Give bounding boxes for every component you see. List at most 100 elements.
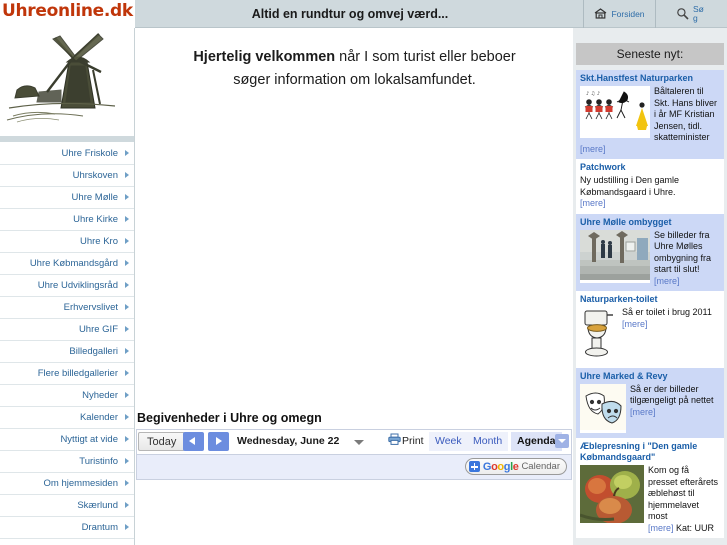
sidebar-item-label: Uhre Kro: [79, 236, 118, 247]
news-list: Skt.Hanstfest Naturparken ♪ ♫ ♪ Båltaler…: [576, 70, 724, 538]
news-item-title[interactable]: Æblepresning i "Den gamle Købmandsgaard": [580, 441, 720, 463]
chevron-right-icon: [125, 436, 129, 442]
calendar-toolbar: Today Wednesday, June 22 Print Week Mont…: [137, 429, 571, 454]
news-item-more-link[interactable]: [mere]: [622, 319, 648, 329]
plus-icon: [468, 461, 480, 472]
welcome-rest: når I som turist eller beboer: [335, 49, 516, 65]
sidebar-item-uhre-udviklingsrad[interactable]: Uhre Udviklingsråd: [0, 275, 134, 297]
next-period-button[interactable]: [208, 432, 229, 451]
news-item-more-link[interactable]: [mere]: [580, 144, 720, 156]
page-root: Uhreonline.dk Altid en rundtur og omvej …: [0, 0, 727, 545]
site-logo-text: Uhreonline.dk: [2, 1, 133, 21]
sidebar-item-label: Uhre Mølle: [71, 192, 118, 203]
news-item-more-link[interactable]: [mere]: [580, 198, 720, 210]
news-item-body: Se billeder fra Uhre Mølles ombygning fr…: [654, 229, 712, 275]
sidebar-item-kalender[interactable]: Kalender: [0, 407, 134, 429]
chevron-right-icon: [125, 414, 129, 420]
top-header-bar: Uhreonline.dk Altid en rundtur og omvej …: [0, 0, 727, 28]
news-item-title[interactable]: Patchwork: [580, 162, 720, 173]
sidebar-item-label: Uhre Købmandsgård: [29, 258, 118, 269]
news-heading: Seneste nyt:: [576, 43, 724, 65]
news-item[interactable]: Naturparken-toilet Så er toilet i brug 2…: [576, 291, 724, 368]
windmill-illustration: [3, 30, 131, 135]
right-sidebar: Seneste nyt: Skt.Hanstfest Naturparken ♪…: [573, 28, 727, 545]
welcome-line-1: Hjertelig velkommen når I som turist ell…: [136, 46, 573, 69]
sidebar-item-label: Nyheder: [82, 390, 118, 401]
sidebar-item-label: Skærlund: [77, 500, 118, 511]
chevron-down-icon: [558, 439, 566, 443]
view-agenda-button[interactable]: Agenda: [511, 432, 562, 451]
news-item-category: Kat: UUR: [676, 522, 715, 533]
sidebar-item-label: Uhrskoven: [72, 170, 118, 181]
date-dropdown-icon[interactable]: [354, 440, 364, 445]
news-item[interactable]: Æblepresning i "Den gamle Købmandsgaard": [576, 438, 724, 538]
sidebar-item-uhre-kobmandsgard[interactable]: Uhre Købmandsgård: [0, 253, 134, 275]
news-item[interactable]: Skt.Hanstfest Naturparken ♪ ♫ ♪ Båltaler…: [576, 70, 724, 159]
news-item-body: Ny udstilling i Den gamle Købmandsgaard …: [580, 175, 680, 197]
chevron-right-icon: [125, 194, 129, 200]
sidebar-item-label: Uhre Friskole: [61, 148, 119, 159]
add-to-google-calendar-button[interactable]: Google Calendar: [464, 458, 567, 475]
apples-photo: [579, 465, 644, 527]
sidebar-item-drantum[interactable]: Drantum: [0, 517, 134, 539]
sidebar-item-label: Billedgalleri: [69, 346, 118, 357]
menu-top-strip: [0, 136, 134, 143]
sidebar-item-flere-billedgallerier[interactable]: Flere billedgallerier: [0, 363, 134, 385]
site-slogan: Altid en rundtur og omvej værd...: [251, 7, 449, 21]
search-icon: [676, 7, 689, 22]
news-item-title[interactable]: Uhre Mølle ombygget: [580, 217, 720, 228]
previous-period-button[interactable]: [183, 432, 204, 451]
view-week-button[interactable]: Week: [429, 432, 468, 451]
chevron-right-icon: [125, 502, 129, 508]
sidebar-item-om-hjemmesiden[interactable]: Om hjemmesiden: [0, 473, 134, 495]
calendar-agenda-area: Google Calendar: [137, 454, 571, 479]
home-link[interactable]: Forsiden: [583, 0, 655, 28]
news-item-body: Så er toilet i brug 2011: [622, 307, 712, 317]
sidebar-item-uhre-gif[interactable]: Uhre GIF: [0, 319, 134, 341]
sidebar-item-uhrskoven[interactable]: Uhrskoven: [0, 165, 134, 187]
printer-icon: [388, 433, 401, 451]
sidebar-item-label: Om hjemmesiden: [43, 478, 118, 489]
chevron-right-icon: [125, 260, 129, 266]
bonfire-dancers-illustration: ♪ ♫ ♪: [580, 86, 650, 138]
news-item-title[interactable]: Naturparken-toilet: [580, 294, 720, 305]
sidebar-item-turistinfo[interactable]: Turistinfo: [0, 451, 134, 473]
news-item-body: Kom og få presset efterårets æblehøst ti…: [648, 465, 719, 521]
sidebar-item-uhre-kro[interactable]: Uhre Kro: [0, 231, 134, 253]
site-logo[interactable]: Uhreonline.dk: [0, 0, 135, 28]
sidebar-item-skaerlund[interactable]: Skærlund: [0, 495, 134, 517]
mill-interior-photo: [580, 229, 650, 283]
current-date-label[interactable]: Wednesday, June 22: [237, 432, 339, 451]
sidebar-item-nyttigt-at-vide[interactable]: Nyttigt at vide: [0, 429, 134, 451]
chevron-right-icon: [125, 216, 129, 222]
news-item[interactable]: Patchwork Ny udstilling i Den gamle Købm…: [576, 159, 724, 214]
sidebar-item-uhre-kirke[interactable]: Uhre Kirke: [0, 209, 134, 231]
svg-text:♪ ♫ ♪: ♪ ♫ ♪: [586, 91, 600, 97]
sidebar-item-billedgalleri[interactable]: Billedgalleri: [0, 341, 134, 363]
chevron-right-icon: [125, 524, 129, 530]
search-link[interactable]: Søg: [655, 0, 727, 28]
chevron-right-icon: [125, 282, 129, 288]
google-wordmark: Google: [482, 460, 519, 473]
news-item-title[interactable]: Uhre Marked & Revy: [580, 371, 720, 382]
sidebar-item-nyheder[interactable]: Nyheder: [0, 385, 134, 407]
print-button[interactable]: Print: [388, 433, 424, 450]
sidebar-item-uhre-molle[interactable]: Uhre Mølle: [0, 187, 134, 209]
home-link-label: Forsiden: [611, 9, 645, 19]
sidebar-item-uhre-friskole[interactable]: Uhre Friskole: [0, 143, 134, 165]
view-dropdown-button[interactable]: [555, 434, 569, 448]
sidebar-item-label: Uhre Udviklingsråd: [37, 280, 118, 291]
sidebar-item-label: Flere billedgallerier: [37, 368, 118, 379]
news-item-title[interactable]: Skt.Hanstfest Naturparken: [580, 73, 720, 84]
sidebar-item-erhvervslivet[interactable]: Erhvervslivet: [0, 297, 134, 319]
news-item[interactable]: Uhre Marked & Revy Så er der billeder ti…: [576, 367, 724, 438]
chevron-right-icon: [125, 348, 129, 354]
main-content: Hjertelig velkommen når I som turist ell…: [136, 28, 573, 545]
print-label: Print: [402, 435, 424, 447]
today-button[interactable]: Today: [138, 432, 186, 451]
news-item[interactable]: Uhre Mølle ombygget Se billeder fra Uhre…: [576, 213, 724, 291]
google-calendar-widget: Begivenheder i Uhre og omegn Today Wedne…: [136, 411, 573, 480]
chevron-right-icon: [125, 458, 129, 464]
view-month-button[interactable]: Month: [467, 432, 509, 451]
news-item-more-link[interactable]: [mere]: [648, 523, 674, 533]
